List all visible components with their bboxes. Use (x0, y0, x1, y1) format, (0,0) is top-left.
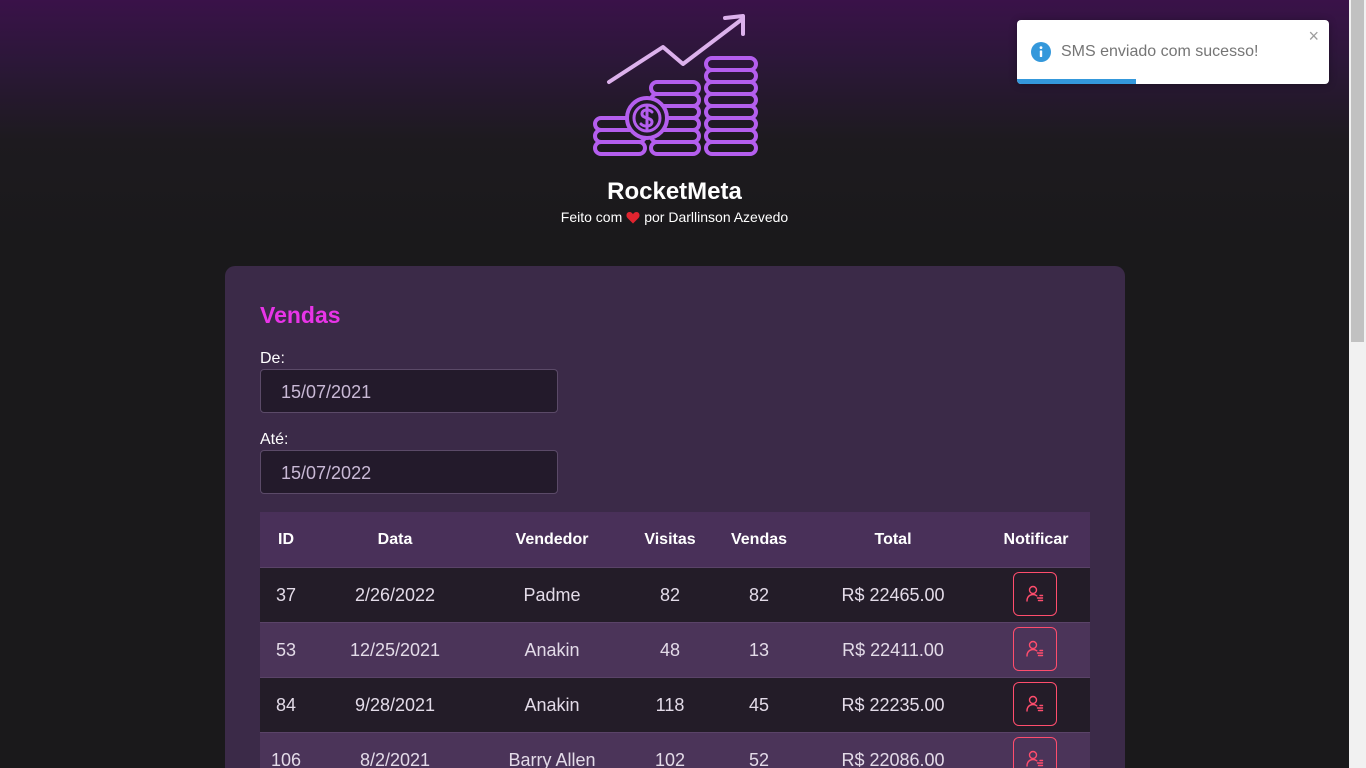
cell-date: 8/2/2021 (359, 750, 431, 768)
cell-visits: 82 (659, 585, 681, 605)
notify-button[interactable] (1013, 682, 1057, 726)
brand-title: RocketMeta (607, 178, 742, 205)
sales-table-header: ID Data Vendedor Visitas Vendas Total No… (260, 512, 1090, 567)
cell-total: R$ 22411.00 (842, 640, 944, 660)
user-notify-icon (1026, 695, 1044, 712)
column-header-total: Total (874, 531, 912, 548)
byline-prefix: Feito com (560, 209, 623, 225)
cell-visits: 102 (654, 750, 686, 768)
sales-card: Vendas De: 15/07/2021 Até: 15/07/2022 ID… (225, 266, 1125, 768)
sales-title: Vendas (260, 302, 341, 328)
cell-date: 9/28/2021 (354, 695, 436, 715)
toast-message: SMS enviado com sucesso! (1061, 43, 1259, 60)
cell-deals: 82 (748, 585, 770, 605)
to-date-label: Até: (260, 431, 289, 448)
cell-total: R$ 22086.00 (841, 750, 945, 768)
heart-icon (626, 212, 640, 224)
from-date-label: De: (260, 350, 285, 367)
cell-id: 84 (275, 695, 297, 715)
to-date-input[interactable]: 15/07/2022 (260, 450, 558, 494)
cell-id: 53 (275, 640, 297, 660)
column-header-visits: Visitas (644, 531, 696, 548)
cell-id: 106 (270, 750, 302, 768)
cell-seller: Padme (523, 585, 581, 605)
cell-total: R$ 22465.00 (841, 585, 945, 605)
toast-progress-bar (1017, 79, 1136, 84)
column-header-seller: Vendedor (515, 531, 589, 548)
user-notify-icon (1026, 585, 1044, 602)
cell-id: 37 (275, 585, 297, 605)
from-date-input[interactable]: 15/07/2021 (260, 369, 558, 413)
column-header-notify: Notificar (1003, 531, 1069, 548)
table-row: 37 2/26/2022 Padme 82 82 R$ 22465.00 (260, 567, 1090, 622)
cell-date: 12/25/2021 (349, 640, 441, 660)
close-icon[interactable]: × (1308, 26, 1319, 47)
cell-total: R$ 22235.00 (841, 695, 945, 715)
info-icon (1031, 42, 1051, 62)
cell-seller: Barry Allen (508, 750, 596, 768)
coins-growth-logo-icon (593, 14, 758, 156)
scrollbar-thumb[interactable] (1351, 0, 1364, 342)
cell-seller: Anakin (524, 640, 580, 660)
byline-author: por Darllinson Azevedo (644, 209, 789, 225)
column-header-id: ID (278, 531, 294, 548)
table-row: 84 9/28/2021 Anakin 118 45 R$ 22235.00 (260, 677, 1090, 732)
byline: Feito com por Darllinson Azevedo (0, 209, 1349, 225)
cell-date: 2/26/2022 (354, 585, 436, 605)
table-row: 53 12/25/2021 Anakin 48 13 R$ 22411.00 (260, 622, 1090, 677)
column-header-deals: Vendas (730, 531, 788, 548)
cell-visits: 118 (655, 695, 685, 715)
notify-button[interactable] (1013, 572, 1057, 616)
user-notify-icon (1026, 640, 1044, 657)
toast-notification[interactable]: SMS enviado com sucesso! × (1017, 20, 1329, 84)
user-notify-icon (1026, 750, 1044, 767)
column-header-date: Data (377, 531, 413, 548)
cell-seller: Anakin (524, 695, 580, 715)
page: RocketMeta Feito com por Darllinson Azeve… (0, 0, 1349, 768)
table-row: 106 8/2/2021 Barry Allen 102 52 R$ 22086… (260, 732, 1090, 768)
cell-visits: 48 (659, 640, 681, 660)
notify-button[interactable] (1013, 627, 1057, 671)
cell-deals: 45 (748, 695, 770, 715)
cell-deals: 13 (748, 640, 770, 660)
page-scrollbar[interactable] (1349, 0, 1366, 768)
notify-button[interactable] (1013, 737, 1057, 768)
cell-deals: 52 (748, 750, 770, 768)
